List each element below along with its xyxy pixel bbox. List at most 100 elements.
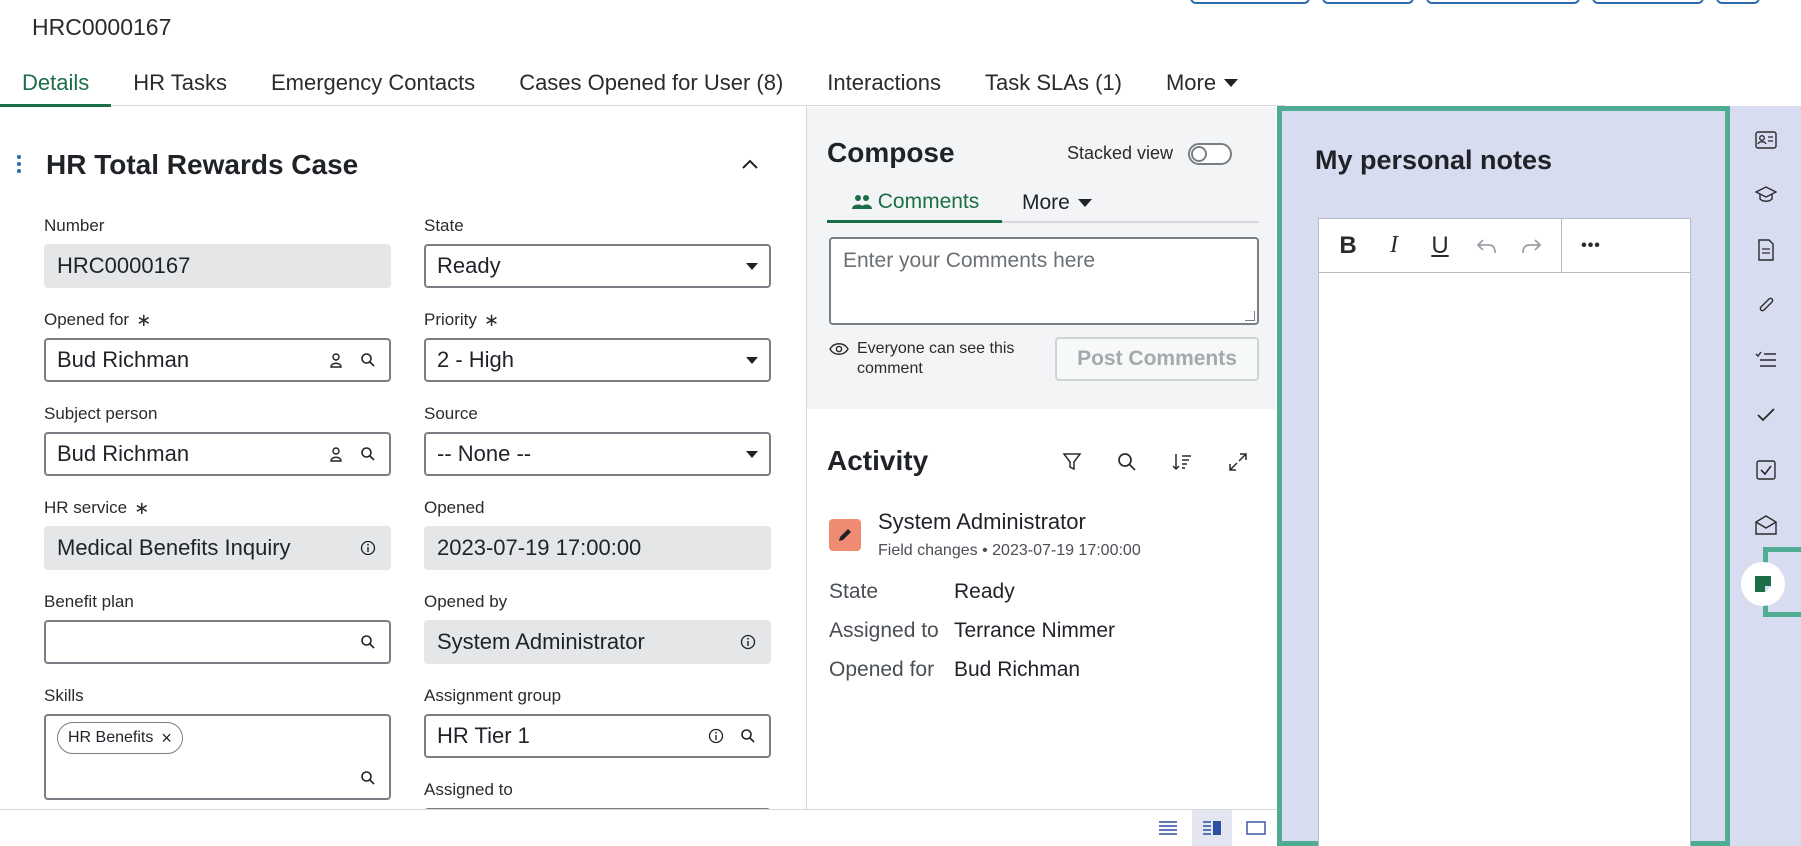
opened-field: 2023-07-19 17:00:00 — [424, 526, 771, 570]
checkbox-icon[interactable] — [1752, 456, 1780, 484]
info-icon[interactable] — [738, 632, 758, 652]
stacked-view-toggle[interactable] — [1188, 143, 1232, 165]
priority-select[interactable]: 2 - High — [424, 338, 771, 382]
tab-details[interactable]: Details — [0, 60, 112, 107]
activity-author: System Administrator — [878, 509, 1086, 534]
tab-compose-more[interactable]: More — [1022, 183, 1092, 223]
form-panel: HR Total Rewards Case Number HRC0000167 … — [0, 107, 805, 809]
header-action-button-1[interactable] — [1190, 0, 1310, 4]
resize-handle-icon[interactable] — [1245, 311, 1255, 321]
underline-button[interactable]: U — [1417, 219, 1463, 273]
contact-card-icon[interactable] — [1752, 126, 1780, 154]
activity-meta: Field changes • 2023-07-19 17:00:00 — [878, 542, 1141, 560]
field-label: Assigned to — [424, 780, 513, 799]
comment-placeholder: Enter your Comments here — [843, 249, 1096, 272]
tab-task-slas[interactable]: Task SLAs (1) — [963, 60, 1144, 106]
field-opened: Opened 2023-07-19 17:00:00 — [424, 496, 771, 570]
search-icon[interactable] — [1114, 449, 1140, 475]
sticky-note-icon — [1755, 576, 1771, 592]
required-icon: ∗ — [136, 309, 152, 330]
source-select[interactable]: -- None -- — [424, 432, 771, 476]
expand-icon[interactable] — [1225, 449, 1251, 475]
header-action-button-2[interactable] — [1322, 0, 1414, 4]
comment-input[interactable]: Enter your Comments here — [829, 237, 1259, 325]
info-icon[interactable] — [358, 538, 378, 558]
filter-icon[interactable] — [1059, 449, 1085, 475]
tab-comments[interactable]: Comments — [827, 183, 1002, 223]
field-value: Bud Richman — [57, 441, 190, 466]
field-label: State — [424, 216, 464, 235]
search-icon[interactable] — [358, 350, 378, 370]
field-value: -- None -- — [437, 441, 532, 466]
tab-emergency-contacts[interactable]: Emergency Contacts — [249, 60, 497, 106]
field-benefit-plan: Benefit plan — [44, 590, 391, 664]
header-action-button-4[interactable] — [1592, 0, 1704, 4]
field-assigned-to: Assigned to — [424, 778, 771, 809]
caret-down-icon — [746, 356, 758, 364]
document-icon[interactable] — [1752, 236, 1780, 264]
required-icon: ∗ — [483, 309, 499, 330]
sticky-note-button[interactable] — [1741, 562, 1785, 606]
sort-icon[interactable] — [1169, 449, 1195, 475]
activity-change-row: State Ready — [829, 580, 1015, 604]
record-tabs: Details HR Tasks Emergency Contacts Case… — [0, 60, 1285, 107]
tab-label: Comments — [877, 189, 980, 213]
compose-tabs: Comments More — [827, 183, 1259, 223]
change-value: Ready — [954, 580, 1015, 603]
more-options-icon[interactable] — [17, 155, 23, 175]
visibility-text: Everyone can see this comment — [857, 340, 1015, 377]
user-icon[interactable] — [326, 444, 346, 464]
field-subject-person: Subject person Bud Richman — [44, 402, 391, 476]
assignment-group-field[interactable]: HR Tier 1 — [424, 714, 771, 758]
list-view-button[interactable] — [1148, 810, 1188, 846]
search-icon[interactable] — [358, 632, 378, 652]
skills-field[interactable]: HR Benefits × — [44, 714, 391, 800]
remove-chip-icon[interactable]: × — [161, 729, 172, 747]
tab-label: More — [1165, 70, 1217, 95]
header-action-button-3[interactable] — [1426, 0, 1580, 4]
toolbar-divider — [1561, 218, 1562, 273]
paperclip-icon[interactable] — [1752, 291, 1780, 319]
search-icon[interactable] — [738, 726, 758, 746]
redo-button[interactable] — [1509, 219, 1555, 273]
field-source: Source -- None -- — [424, 402, 771, 476]
field-label-text: HR service — [44, 498, 128, 517]
italic-button[interactable]: I — [1371, 219, 1417, 273]
field-value: Ready — [437, 253, 501, 278]
search-icon[interactable] — [358, 768, 378, 788]
checkmark-icon[interactable] — [1752, 401, 1780, 429]
split-view-icon — [1203, 821, 1221, 835]
tab-cases-opened-for-user[interactable]: Cases Opened for User (8) — [497, 60, 805, 106]
search-icon[interactable] — [358, 444, 378, 464]
tab-label: Details — [22, 70, 90, 95]
benefit-plan-field[interactable] — [44, 620, 391, 664]
tab-hr-tasks[interactable]: HR Tasks — [111, 60, 249, 106]
activity-type: Field changes — [878, 542, 978, 559]
header-action-button-5[interactable] — [1716, 0, 1760, 4]
tab-more[interactable]: More — [1144, 60, 1260, 106]
notes-editor: B I U ••• — [1318, 218, 1691, 846]
undo-button[interactable] — [1463, 219, 1509, 273]
checklist-icon[interactable] — [1752, 346, 1780, 374]
graduation-cap-icon[interactable] — [1752, 181, 1780, 209]
more-formatting-button[interactable]: ••• — [1568, 219, 1614, 273]
split-view-button[interactable] — [1192, 810, 1232, 846]
field-label: Benefit plan — [44, 592, 134, 611]
caret-down-icon — [746, 450, 758, 458]
bold-icon: B — [1339, 231, 1357, 259]
subject-person-field[interactable]: Bud Richman — [44, 432, 391, 476]
collapse-section-button[interactable] — [738, 153, 762, 177]
single-view-button[interactable] — [1236, 810, 1276, 846]
notes-content-area[interactable] — [1319, 273, 1690, 846]
envelope-icon[interactable] — [1752, 511, 1780, 539]
change-value: Terrance Nimmer — [954, 619, 1116, 642]
tab-interactions[interactable]: Interactions — [805, 60, 963, 106]
opened-for-field[interactable]: Bud Richman — [44, 338, 391, 382]
bold-button[interactable]: B — [1325, 219, 1371, 273]
info-icon[interactable] — [706, 726, 726, 746]
field-value: 2023-07-19 17:00:00 — [437, 535, 642, 560]
state-select[interactable]: Ready — [424, 244, 771, 288]
post-comments-button[interactable]: Post Comments — [1055, 337, 1259, 381]
field-state: State Ready — [424, 214, 771, 288]
user-icon[interactable] — [326, 350, 346, 370]
